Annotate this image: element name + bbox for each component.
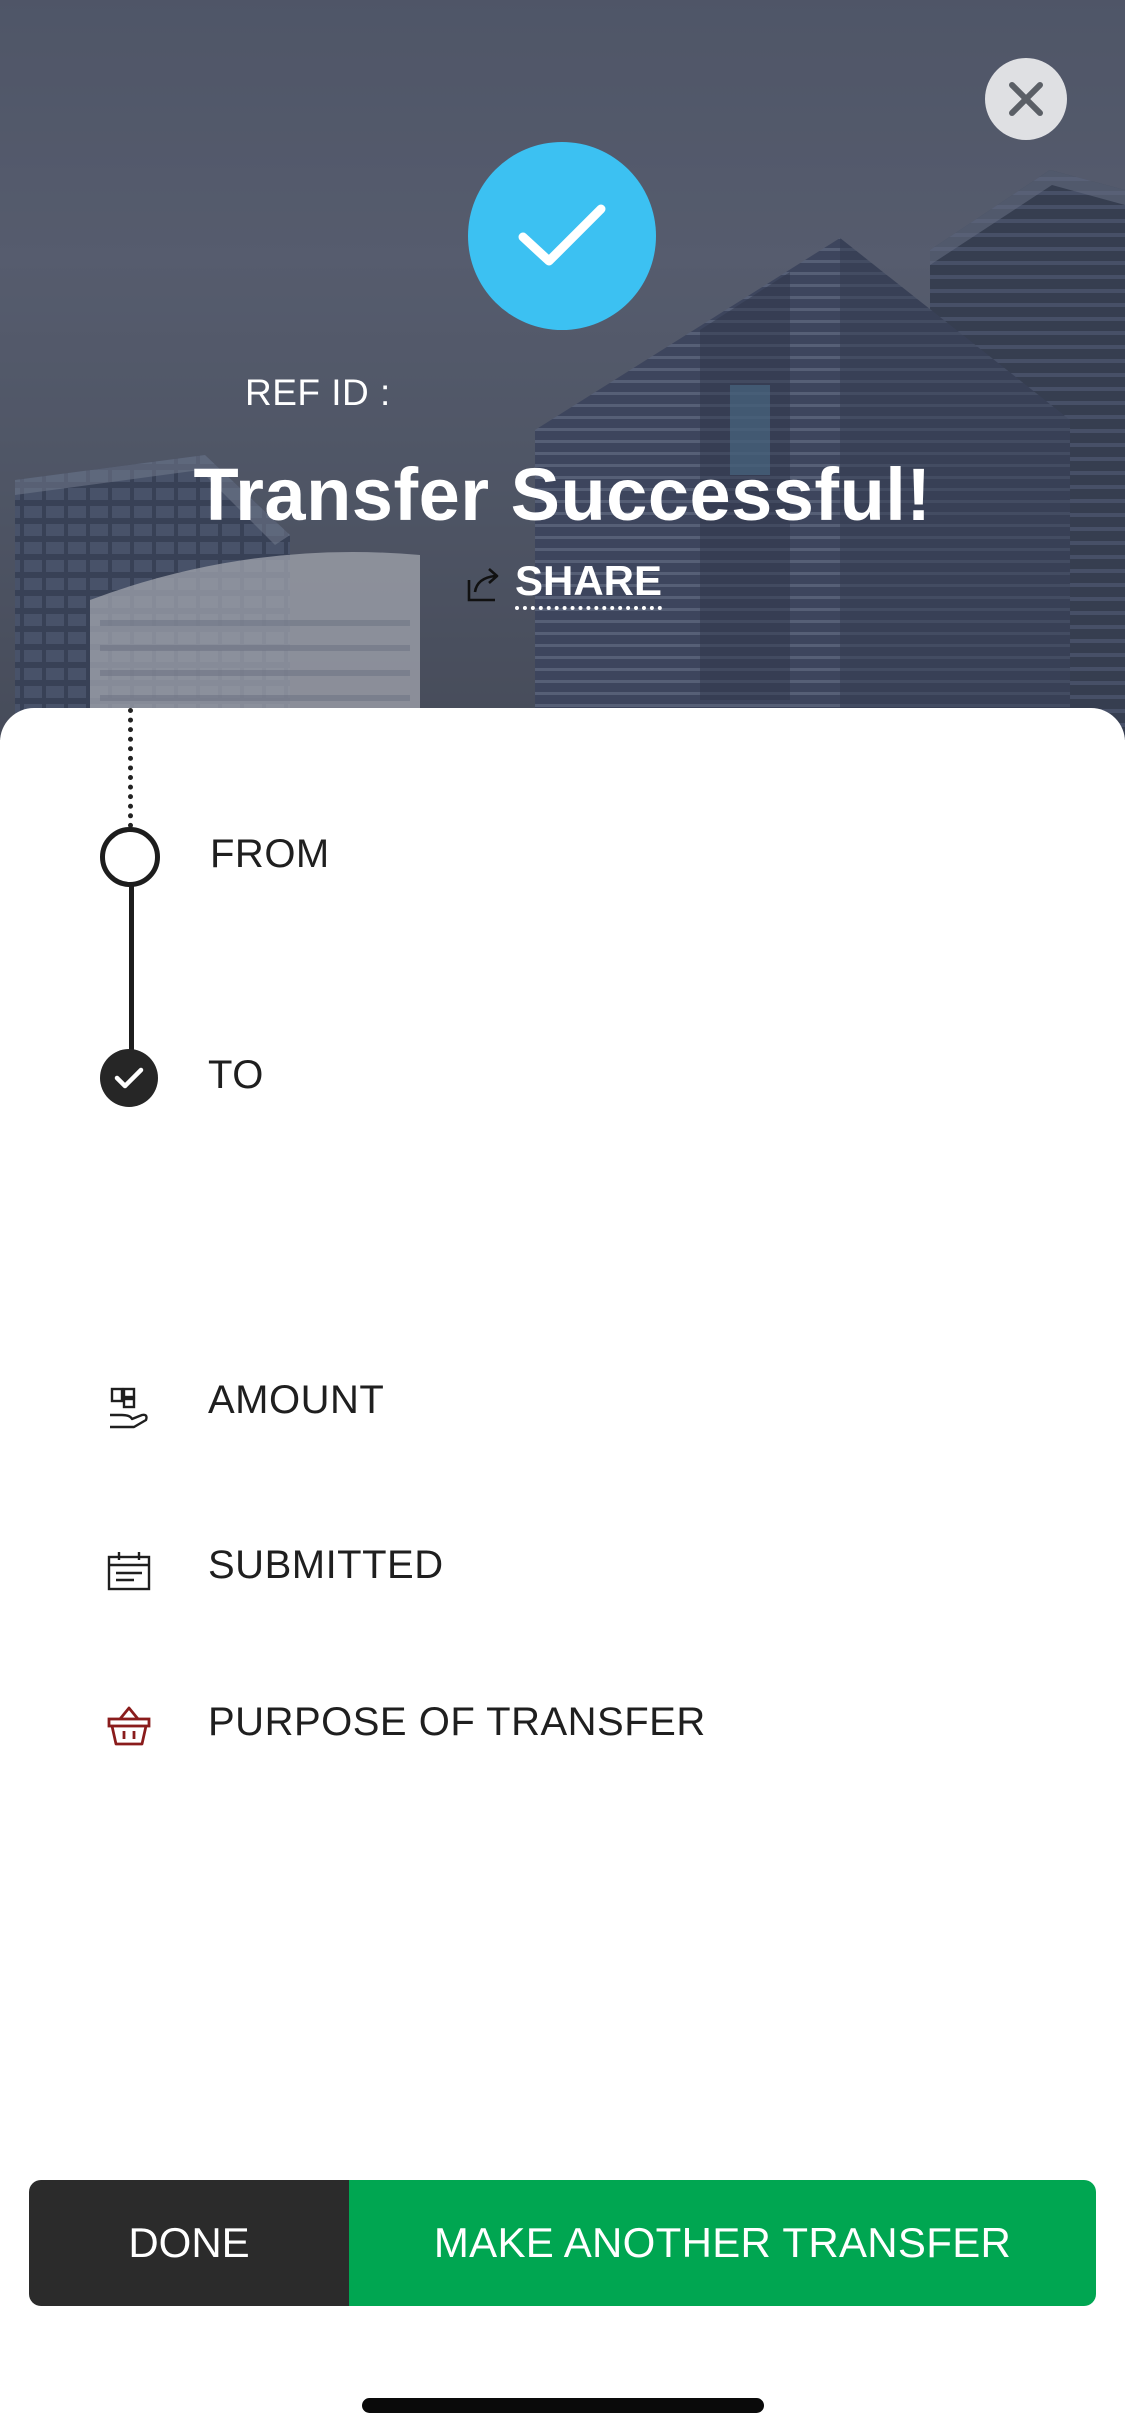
action-bar: DONE MAKE ANOTHER TRANSFER xyxy=(29,2180,1096,2306)
hand-money-icon xyxy=(110,1387,148,1429)
transfer-details-sheet xyxy=(0,708,1125,2436)
share-label: SHARE xyxy=(515,557,663,611)
page-title: Transfer Successful! xyxy=(193,453,932,536)
to-label: TO xyxy=(208,1053,264,1097)
to-check-icon xyxy=(100,1049,158,1107)
done-button[interactable]: DONE xyxy=(29,2180,349,2306)
from-label: FROM xyxy=(210,832,330,876)
buildings-background-image xyxy=(0,0,1125,740)
ref-id-label: REF ID : xyxy=(245,372,391,413)
checkmark-icon xyxy=(518,204,606,266)
share-icon xyxy=(467,568,499,602)
calendar-icon xyxy=(107,1552,151,1591)
basket-icon xyxy=(107,1706,151,1746)
home-indicator[interactable] xyxy=(362,2398,764,2413)
share-button[interactable]: SHARE xyxy=(465,557,663,611)
amount-label: AMOUNT xyxy=(208,1378,385,1422)
timeline-connector xyxy=(129,884,134,1054)
purpose-label: PURPOSE OF TRANSFER xyxy=(208,1700,706,1744)
close-button[interactable] xyxy=(985,58,1067,140)
success-badge xyxy=(468,142,656,330)
close-icon xyxy=(1009,82,1043,116)
timeline-connector-dotted xyxy=(128,708,133,828)
hero-background: REF ID : Transfer Successful! SHARE xyxy=(0,0,1125,740)
make-another-transfer-button[interactable]: MAKE ANOTHER TRANSFER xyxy=(349,2180,1096,2306)
from-node-icon xyxy=(100,827,160,887)
submitted-label: SUBMITTED xyxy=(208,1543,444,1587)
